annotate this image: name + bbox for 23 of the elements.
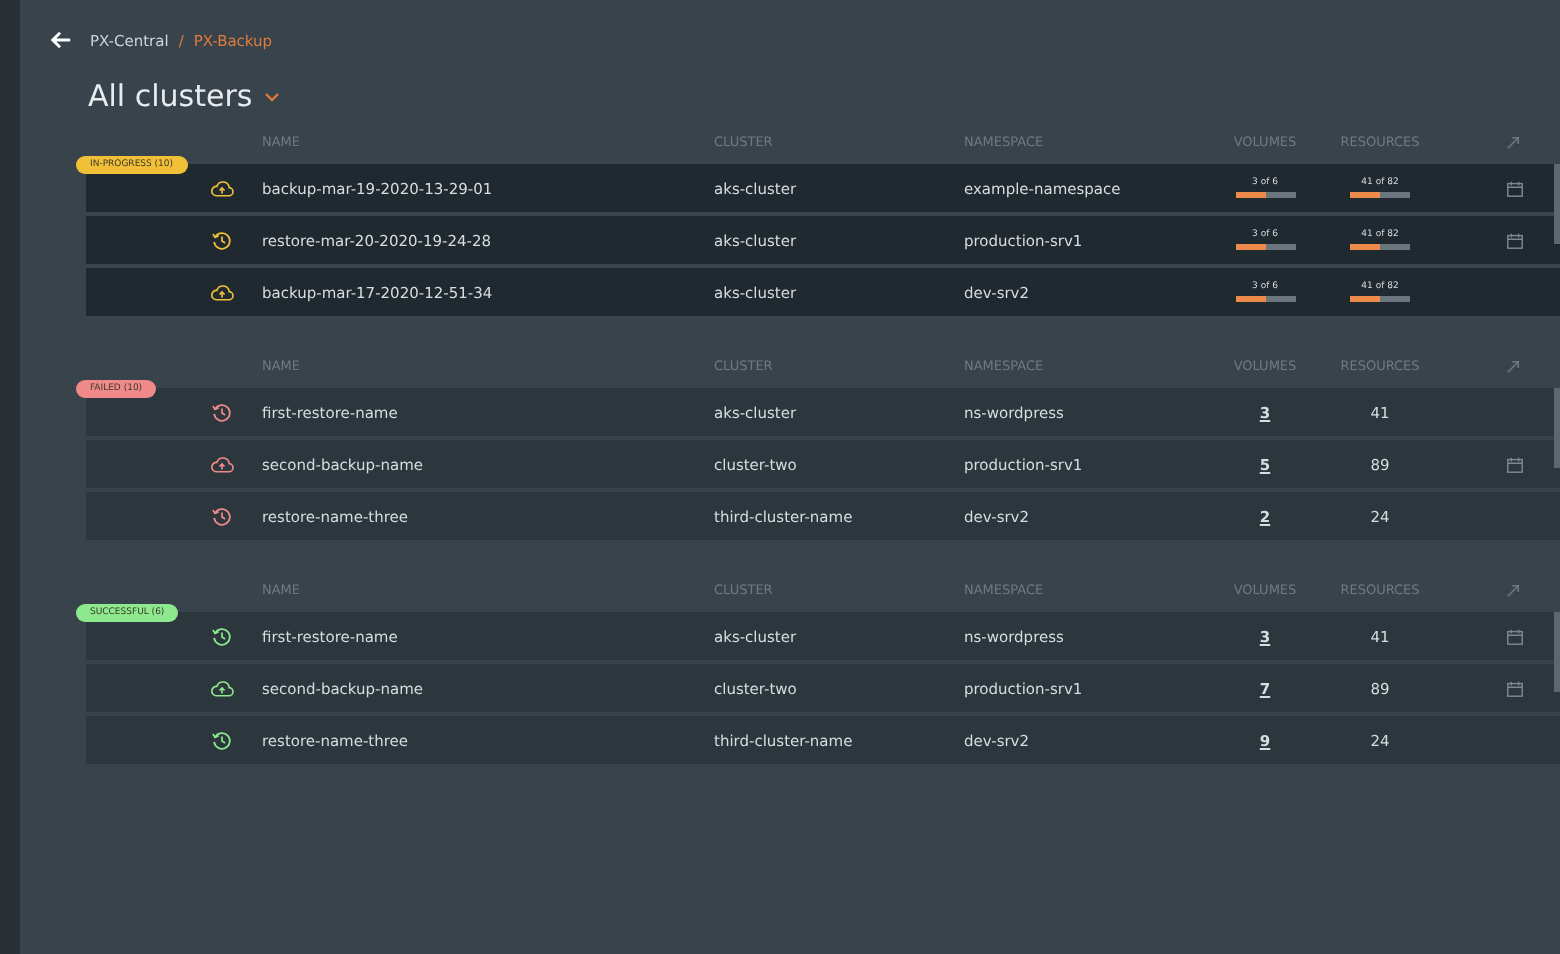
history-icon xyxy=(210,625,234,647)
history-icon xyxy=(210,505,234,527)
calendar-icon[interactable] xyxy=(1506,455,1524,473)
cloud-upload-icon xyxy=(210,281,234,303)
history-icon xyxy=(210,401,234,423)
scrollbar[interactable] xyxy=(1554,164,1560,244)
cloud-upload-icon xyxy=(210,677,234,699)
scrollbar[interactable] xyxy=(1554,388,1560,468)
calendar-icon[interactable] xyxy=(1506,679,1524,697)
chevron-down-icon[interactable] xyxy=(264,91,281,101)
back-arrow-icon[interactable] xyxy=(50,30,72,50)
expand-icon[interactable] xyxy=(1506,135,1520,149)
cloud-upload-icon xyxy=(210,177,234,199)
cloud-upload-icon xyxy=(210,453,234,475)
history-icon xyxy=(210,729,234,751)
calendar-icon[interactable] xyxy=(1506,627,1524,645)
expand-icon[interactable] xyxy=(1506,359,1520,373)
expand-icon[interactable] xyxy=(1506,583,1520,597)
scrollbar[interactable] xyxy=(1554,612,1560,692)
history-icon xyxy=(210,229,234,251)
page-title: All clusters xyxy=(88,78,253,114)
calendar-icon[interactable] xyxy=(1506,231,1524,249)
calendar-icon[interactable] xyxy=(1506,179,1524,197)
